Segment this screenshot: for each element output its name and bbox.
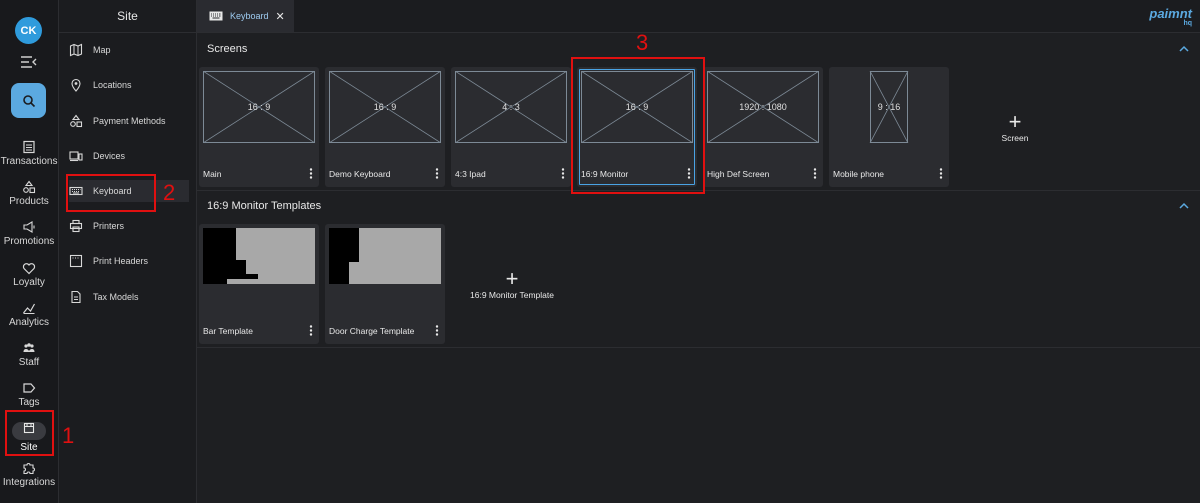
section-divider xyxy=(197,347,1200,348)
top-bar: Keyboard ✕ paimnt hq xyxy=(197,0,1200,33)
screen-thumbnail: 4 : 3 xyxy=(455,71,567,143)
template-thumbnail xyxy=(203,228,315,300)
rail-item-integrations[interactable]: Integrations xyxy=(0,461,58,488)
heart-icon xyxy=(22,263,36,275)
add-screen-button[interactable]: + Screen xyxy=(975,109,1055,144)
aspect-ratio-label: 16 : 9 xyxy=(247,102,271,112)
rail-item-tags[interactable]: Tags xyxy=(0,381,58,408)
aspect-ratio-label: 4 : 3 xyxy=(502,102,520,112)
screen-card-label: High Def Screen xyxy=(707,169,770,179)
step-label: 1 xyxy=(62,423,75,448)
template-card-bar[interactable]: Bar Template xyxy=(199,224,319,344)
brand-logo: paimnt hq xyxy=(1149,6,1192,27)
avatar[interactable]: CK xyxy=(15,17,42,44)
nav-item-print-headers[interactable]: Print Headers xyxy=(69,250,189,272)
rail-item-transactions[interactable]: Transactions xyxy=(0,140,58,167)
site-nav: Site Map Locations Payment Methods Devic… xyxy=(59,0,197,503)
chevron-up-icon[interactable] xyxy=(1178,202,1190,210)
screen-thumbnail: 1920 : 1080 xyxy=(707,71,819,143)
people-icon xyxy=(23,343,35,352)
plus-icon: + xyxy=(505,266,519,291)
rail-item-promotions[interactable]: Promotions xyxy=(0,220,58,247)
screen-card[interactable]: 16 : 9 Demo Keyboard xyxy=(325,67,445,187)
more-options-icon[interactable] xyxy=(939,168,943,179)
print-header-icon xyxy=(69,254,83,268)
puzzle-icon xyxy=(23,463,35,475)
shapes-icon xyxy=(70,114,83,128)
screen-card-label: Main xyxy=(203,169,222,179)
document-icon xyxy=(71,290,81,304)
rail-item-label: Tags xyxy=(18,397,40,408)
screen-card-label: Demo Keyboard xyxy=(329,169,391,179)
screen-card[interactable]: 9 : 16 Mobile phone xyxy=(829,67,949,187)
template-card-door-charge[interactable]: Door Charge Template xyxy=(325,224,445,344)
rail-item-label: Integrations xyxy=(2,477,56,488)
rail-item-label: Promotions xyxy=(3,236,55,247)
rail-item-analytics[interactable]: Analytics xyxy=(0,301,58,328)
tab-keyboard[interactable]: Keyboard ✕ xyxy=(197,0,294,32)
tag-icon xyxy=(23,383,36,393)
more-options-icon[interactable] xyxy=(309,325,313,336)
analytics-icon xyxy=(23,303,36,314)
map-icon xyxy=(69,43,83,57)
search-icon xyxy=(22,94,35,107)
screen-thumbnail: 9 : 16 xyxy=(833,71,945,143)
screens-section-title: Screens xyxy=(207,43,248,55)
nav-item-locations[interactable]: Locations xyxy=(69,74,189,96)
rail-item-products[interactable]: Products xyxy=(0,180,58,207)
rail-item-label: Transactions xyxy=(0,156,58,167)
add-template-button[interactable]: + 16:9 Monitor Template xyxy=(458,266,566,301)
step-label: 2 xyxy=(163,180,176,205)
more-options-icon[interactable] xyxy=(561,168,565,179)
printer-icon xyxy=(69,219,83,233)
keyboard-icon xyxy=(209,11,223,21)
screen-card-label: 4:3 Ipad xyxy=(455,169,486,179)
receipt-icon xyxy=(23,140,35,154)
screen-card[interactable]: 16 : 9 Main xyxy=(199,67,319,187)
rail-item-label: Loyalty xyxy=(13,277,45,288)
nav-item-map[interactable]: Map xyxy=(69,39,189,61)
highlight-box-keyboard xyxy=(66,174,156,212)
nav-item-printers[interactable]: Printers xyxy=(69,215,189,237)
rail-item-label: Analytics xyxy=(8,317,49,328)
screen-thumbnail: 16 : 9 xyxy=(329,71,441,143)
rail-item-loyalty[interactable]: Loyalty xyxy=(0,261,58,288)
screen-thumbnail: 16 : 9 xyxy=(203,71,315,143)
plus-icon: + xyxy=(1008,109,1022,134)
more-options-icon[interactable] xyxy=(813,168,817,179)
search-button[interactable] xyxy=(11,83,46,118)
collapse-menu-icon[interactable] xyxy=(20,55,38,69)
highlight-box-site xyxy=(5,410,54,456)
location-pin-icon xyxy=(71,78,81,92)
more-options-icon[interactable] xyxy=(435,168,439,179)
highlight-box-monitor xyxy=(571,57,705,194)
more-options-icon[interactable] xyxy=(435,325,439,336)
megaphone-icon xyxy=(23,221,35,233)
aspect-ratio-label: 16 : 9 xyxy=(373,102,397,112)
rail-item-label: Staff xyxy=(18,357,40,368)
screen-card-label: Mobile phone xyxy=(833,169,885,179)
nav-item-devices[interactable]: Devices xyxy=(69,145,189,167)
rail-item-staff[interactable]: Staff xyxy=(0,341,58,368)
aspect-ratio-label: 1920 : 1080 xyxy=(739,102,787,112)
shapes-icon xyxy=(23,180,36,194)
more-options-icon[interactable] xyxy=(309,168,313,179)
screen-card[interactable]: 1920 : 1080 High Def Screen xyxy=(703,67,823,187)
nav-item-payment-methods[interactable]: Payment Methods xyxy=(69,110,189,132)
screen-card[interactable]: 4 : 3 4:3 Ipad xyxy=(451,67,571,187)
template-thumbnail xyxy=(329,228,441,300)
devices-icon xyxy=(69,151,83,162)
close-tab-icon[interactable]: ✕ xyxy=(276,10,285,23)
templates-section-title: 16:9 Monitor Templates xyxy=(207,200,322,212)
step-label: 3 xyxy=(636,30,649,55)
aspect-ratio-label: 9 : 16 xyxy=(877,102,901,112)
rail-item-label: Products xyxy=(9,196,49,207)
nav-title: Site xyxy=(59,0,196,33)
chevron-up-icon[interactable] xyxy=(1178,45,1190,53)
nav-item-tax-models[interactable]: Tax Models xyxy=(69,286,189,308)
